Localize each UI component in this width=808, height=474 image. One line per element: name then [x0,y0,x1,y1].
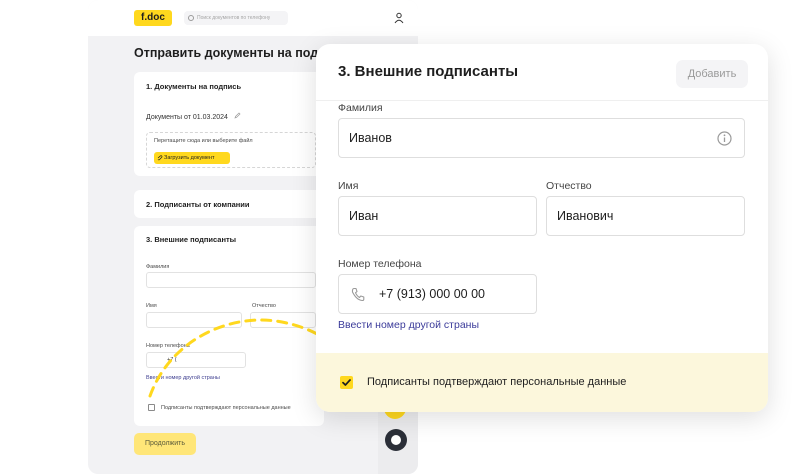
consent-checkbox[interactable] [148,404,155,411]
header-divider [316,100,768,101]
documents-card: 1. Документы на подпись Документы от 01.… [134,72,324,176]
consent-checkbox[interactable] [340,376,353,389]
patronymic-field[interactable]: Иванович [546,196,745,236]
logo: f.doc [134,10,172,26]
name-field[interactable] [146,312,242,328]
surname-value: Иванов [349,131,392,145]
name-field[interactable]: Иван [338,196,537,236]
search-input[interactable]: Поиск документов по телефону [184,11,288,25]
name-label: Имя [146,303,157,309]
attachment-icon [157,155,163,161]
phone-field[interactable]: +7 ( [146,352,246,368]
drop-hint: Перетащите сюда или выберите файл [154,138,253,144]
consent-text: Подписанты подтверждают персональные дан… [161,405,291,411]
patronymic-label: Отчество [546,180,592,192]
top-bar: f.doc Поиск документов по телефону [88,0,418,36]
phone-label: Номер телефона [146,343,190,349]
stage: f.doc Поиск документов по телефону Отпра… [0,0,808,474]
checkmark-icon [342,379,351,386]
phone-prefix: +7 ( [167,357,177,363]
surname-field[interactable]: Иванов [338,118,745,158]
consent-band: Подписанты подтверждают персональные дан… [316,353,768,412]
user-icon[interactable] [394,12,404,24]
search-icon [188,15,194,21]
name-label: Имя [338,180,359,192]
name-value: Иван [349,209,379,223]
panel-title: 3. Внешние подписанты [338,63,519,80]
surname-label: Фамилия [146,264,170,270]
documents-card-title: 1. Документы на подпись [146,82,242,91]
chat-button[interactable] [385,429,407,451]
documents-date-line: Документы от 01.03.2024 [146,112,241,121]
external-signers-card: 3. Внешние подписанты Фамилия Имя Отчест… [134,226,324,426]
upload-label: Загрузить документ [164,155,215,161]
other-country-link[interactable]: Ввести номер другой страны [146,375,220,381]
patronymic-field[interactable] [250,312,316,328]
continue-button[interactable]: Продолжить [134,433,196,455]
documents-date-text: Документы от 01.03.2024 [146,114,228,121]
consent-text: Подписанты подтверждают персональные дан… [367,376,627,388]
company-signers-card[interactable]: 2. Подписанты от компании [134,190,324,218]
search-placeholder: Поиск документов по телефону [197,15,271,21]
external-signers-title: 3. Внешние подписанты [146,235,237,244]
panel-header: 3. Внешние подписанты Добавить [316,44,768,100]
surname-label: Фамилия [338,102,383,114]
info-icon[interactable] [717,131,732,146]
phone-field[interactable]: +7 (913) 000 00 00 [338,274,537,314]
chat-icon [391,435,401,445]
phone-value: +7 (913) 000 00 00 [379,287,485,301]
add-signer-button[interactable]: Добавить [676,60,748,88]
patronymic-label: Отчество [252,303,276,309]
pencil-icon[interactable] [234,112,241,119]
phone-icon [351,287,365,302]
surname-field[interactable] [146,272,316,288]
upload-document-button[interactable]: Загрузить документ [154,152,230,164]
external-signers-panel: 3. Внешние подписанты Добавить Фамилия И… [316,44,768,412]
phone-label: Номер телефона [338,258,422,270]
patronymic-value: Иванович [557,209,614,223]
other-country-link[interactable]: Ввести номер другой страны [338,319,479,331]
company-signers-title: 2. Подписанты от компании [146,200,250,209]
